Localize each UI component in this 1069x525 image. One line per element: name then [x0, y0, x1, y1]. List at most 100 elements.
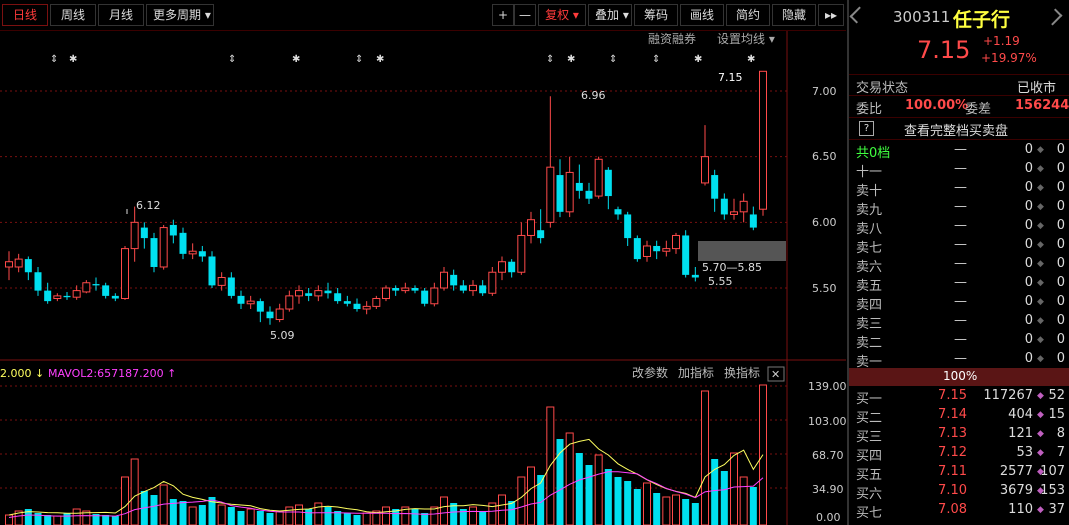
ask-row[interactable]: 卖八 —0 ◆ 0	[849, 217, 1069, 237]
overlay-dropdown[interactable]: 叠加 ▾	[588, 4, 632, 26]
forward-arrow-icon[interactable]	[1045, 8, 1063, 26]
bid-row[interactable]: 买六 7.10 3679 ◆ 153	[849, 482, 1069, 502]
volume-bar-down	[305, 509, 313, 525]
fuquan-dropdown[interactable]: 复权 ▾	[538, 4, 586, 26]
event-mark-icon[interactable]: ⇕	[609, 54, 617, 65]
simple-mode-button[interactable]: 简约	[726, 4, 770, 26]
draw-line-button[interactable]: 画线	[680, 4, 724, 26]
back-arrow-icon[interactable]	[849, 6, 867, 24]
change-params-button[interactable]: 改参数	[632, 365, 668, 380]
candle-up	[469, 284, 477, 292]
candle-up	[53, 295, 62, 300]
expand-icon[interactable]: ▸▸	[818, 4, 844, 26]
candle-down	[92, 284, 100, 286]
hide-button[interactable]: 隐藏	[772, 4, 816, 26]
volume-bar-up	[662, 496, 671, 525]
volume-bar-down	[556, 439, 564, 525]
bid-row[interactable]: 买二 7.14 404 ◆ 15	[849, 406, 1069, 426]
event-mark-icon[interactable]: ⇕	[228, 54, 236, 65]
candle-down	[305, 293, 313, 296]
period-weekly-tab[interactable]: 周线	[50, 4, 96, 26]
volume-bar-down	[691, 503, 699, 525]
ask-row[interactable]: 卖九 —0 ◆ 0	[849, 198, 1069, 218]
book-volume: 0	[1024, 237, 1033, 252]
ask-row[interactable]: 卖六 —0 ◆ 0	[849, 255, 1069, 275]
candle-down	[653, 245, 661, 252]
book-price: —	[954, 256, 967, 271]
kline-chart[interactable]: 融资融券 设置均线 ▾ 7.00 6.50 6.00 5.50 ⇕ ✱ ⇕ ✱ ⇕ ✱ ⇕ ✱…	[0, 31, 847, 525]
ask-row[interactable]: 卖五 —0 ◆ 0	[849, 274, 1069, 294]
volume-bar-down	[585, 465, 593, 525]
event-mark-icon[interactable]: ✱	[747, 54, 755, 65]
event-mark-icon[interactable]: ⇕	[50, 54, 58, 65]
book-level-label: 卖八	[856, 222, 883, 237]
weicha-label: 委差	[965, 102, 992, 117]
bid-row[interactable]: 买四 7.12 53 ◆ 7	[849, 444, 1069, 464]
candle-up	[362, 305, 371, 310]
book-volume: 0	[1024, 199, 1033, 214]
full-book-link[interactable]: 查看完整档买卖盘	[904, 120, 1008, 139]
ask-row[interactable]: 卖四 —0 ◆ 0	[849, 293, 1069, 313]
candle-down	[682, 235, 690, 275]
event-mark-icon[interactable]: ⇕	[652, 54, 660, 65]
ask-row[interactable]: 卖二 —0 ◆ 0	[849, 331, 1069, 351]
zoom-in-button[interactable]: +	[492, 4, 514, 26]
book-volume: 0	[1024, 256, 1033, 271]
chart-toolbar: 日线 周线 月线 更多周期 ▾ + — 复权 ▾ 叠加 ▾ 筹码 画线 简约 隐…	[0, 0, 846, 31]
volume-bar-up	[188, 506, 197, 525]
book-order-count: 0	[1056, 313, 1065, 328]
event-mark-icon[interactable]: ✱	[69, 54, 77, 65]
event-mark-icon[interactable]: ✱	[567, 54, 575, 65]
volume-bar-down	[624, 481, 632, 525]
book-volume: 0	[1024, 332, 1033, 347]
book-price: 7.15	[938, 388, 967, 403]
book-volume: 0	[1024, 180, 1033, 195]
candle-down	[604, 169, 612, 197]
period-monthly-tab[interactable]: 月线	[98, 4, 144, 26]
event-mark-icon[interactable]: ⇕	[355, 54, 363, 65]
candle-down	[537, 230, 545, 239]
more-periods-dropdown[interactable]: 更多周期 ▾	[146, 4, 214, 26]
book-order-count: 0	[1056, 256, 1065, 271]
ask-row[interactable]: 十一 —0 ◆ 0	[849, 160, 1069, 180]
candle-down	[720, 198, 728, 215]
chips-button[interactable]: 筹码	[634, 4, 678, 26]
close-indicator-icon[interactable]: ✕	[771, 368, 780, 381]
volume-bar-up	[739, 476, 748, 525]
set-ma-dropdown[interactable]: 设置均线 ▾	[717, 32, 775, 46]
add-indicator-button[interactable]: 加指标	[678, 365, 714, 380]
bid-row[interactable]: 买五 7.11 2577 ◆ 107	[849, 463, 1069, 483]
event-mark-icon[interactable]: ✱	[292, 54, 300, 65]
help-icon[interactable]: ?	[859, 121, 874, 136]
weibi-value: 100.00%	[905, 98, 969, 113]
period-daily-tab[interactable]: 日线	[2, 4, 48, 26]
candle-down	[237, 295, 245, 304]
ask-row[interactable]: 卖十 —0 ◆ 0	[849, 179, 1069, 199]
book-level-label: 十一	[856, 165, 883, 180]
book-price: 7.11	[938, 464, 967, 479]
event-mark-icon[interactable]: ✱	[376, 54, 384, 65]
swap-indicator-button[interactable]: 换指标	[724, 365, 760, 380]
candle-down	[614, 209, 622, 215]
bid-row[interactable]: 买三 7.13 121 ◆ 8	[849, 425, 1069, 445]
candle-up	[565, 171, 574, 213]
margin-trading-link[interactable]: 融资融券	[648, 31, 696, 46]
book-price: —	[954, 142, 967, 157]
book-level-label: 买一	[856, 392, 883, 407]
event-mark-icon[interactable]: ⇕	[546, 54, 554, 65]
price-change: +1.19	[983, 34, 1020, 48]
event-mark-icon[interactable]: ✱	[694, 54, 702, 65]
bid-row[interactable]: 买一 7.15 117267 ◆ 52	[849, 387, 1069, 407]
book-volume: 0	[1024, 351, 1033, 366]
volume-bar-up	[440, 496, 448, 525]
zoom-out-button[interactable]: —	[514, 4, 536, 26]
ask-row[interactable]: 卖七 —0 ◆ 0	[849, 236, 1069, 256]
range-label: 5.70—5.85	[702, 261, 762, 274]
ask-row[interactable]: 卖三 —0 ◆ 0	[849, 312, 1069, 332]
price-annotations: 6.12 6.96 7.15 5.70—5.85 5.55 5.09	[126, 71, 762, 342]
candle-down	[334, 293, 342, 302]
bid-row[interactable]: 买七 7.08 110 ◆ 37	[849, 501, 1069, 521]
ask-row[interactable]: 卖一 —0 ◆ 0	[849, 350, 1069, 370]
ask-total-row[interactable]: 共0档 —0 ◆ 0	[849, 141, 1069, 161]
candle-down	[411, 288, 419, 291]
